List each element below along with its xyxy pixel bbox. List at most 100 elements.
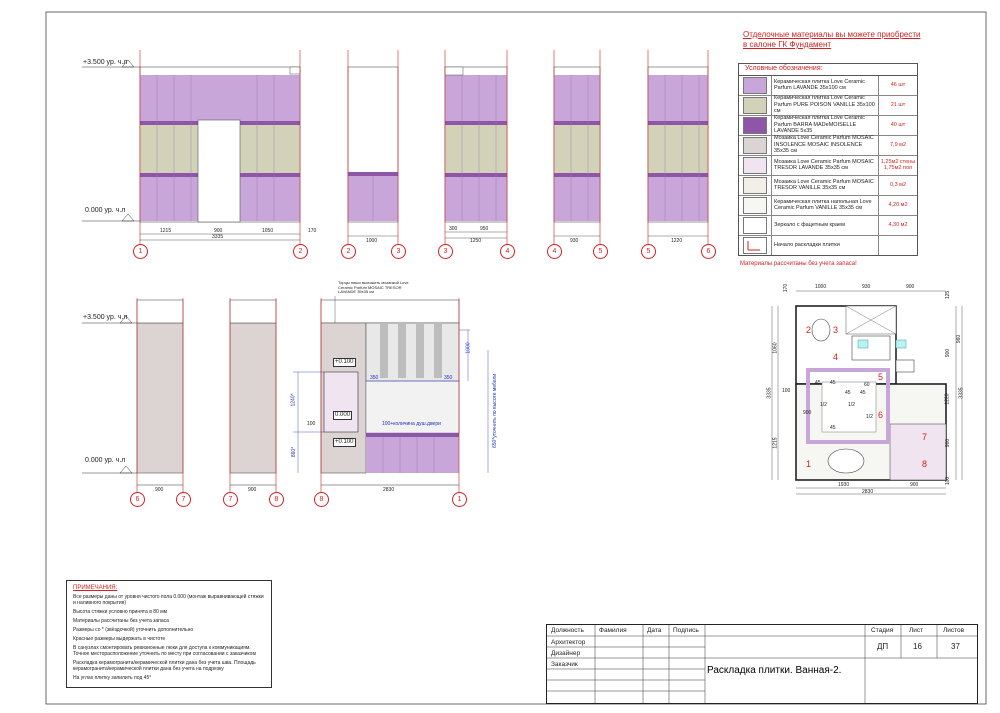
materials-heading: Отделочные материалы вы можете приобрест…	[743, 30, 921, 50]
legend-swatch	[743, 116, 767, 134]
axis-marker: 7	[223, 492, 238, 507]
plan-dim: 930	[862, 284, 871, 290]
legend-qty: 21 шт	[878, 95, 917, 115]
legend-swatch	[743, 76, 767, 94]
legend-text: Мозаика Love Ceramic Parfum MOSAIC INSOL…	[771, 135, 878, 155]
note-item: Раскладка керамогранита/керамической пли…	[73, 660, 256, 672]
plan-inner-dim: 45	[845, 390, 851, 396]
legend-text: Керамическая плитка Love Ceramic Parfum …	[771, 95, 878, 115]
legend-swatch	[743, 156, 767, 174]
elevation-7-8	[229, 299, 277, 474]
plan-zone-number: 3	[833, 325, 839, 335]
elevation-3-4	[444, 66, 508, 223]
axis-marker: 2	[293, 244, 308, 259]
blue-dim: 350	[444, 375, 453, 381]
axis-marker: 5	[641, 244, 656, 259]
legend-swatch	[743, 136, 767, 154]
tb-sheet: 16	[913, 642, 922, 651]
plan-inner-dim: 45	[830, 425, 836, 431]
legend-row: Мозаика Love Ceramic Parfum MOSAIC TRESO…	[739, 175, 917, 196]
axis-marker: 6	[130, 492, 145, 507]
plan-dim: 960	[956, 334, 963, 344]
dim-text: 930	[570, 238, 579, 244]
dim-text: 3335	[212, 234, 224, 240]
plan-inner-dim: 1/2	[848, 402, 855, 408]
plan-zone-number: 7	[922, 432, 928, 442]
legend-swatch	[743, 216, 767, 234]
axis-marker: 4	[547, 244, 562, 259]
tb-stage: ДП	[877, 642, 889, 651]
dim-text: 1215	[160, 228, 172, 234]
dim-text: 900	[155, 487, 164, 493]
note-item: Красные размеры выдержать в чистоте	[73, 636, 166, 642]
blue-dim: 350	[370, 375, 379, 381]
legend-text: Керамическая плитка Love Ceramic Parfum …	[771, 115, 878, 135]
niche-note: Торцы ниши выложить мозаикой Love Cerami…	[338, 280, 409, 294]
legend-row: Мозаика Love Ceramic Parfum MOSAIC INSOL…	[739, 135, 917, 156]
legend-text: Керамическая плитка напольная Love Ceram…	[771, 195, 878, 215]
drawing-sheet: Отделочные материалы вы можете приобрест…	[0, 0, 1000, 713]
legend-row: Керамическая плитка напольная Love Ceram…	[739, 195, 917, 216]
dim-text: 950	[480, 226, 489, 232]
dim-lines-top	[140, 231, 708, 241]
legend-text: Керамическая плитка Love Ceramic Parfum …	[771, 75, 878, 95]
shower-note: 100+количина душ.двери	[382, 421, 441, 427]
dim-text: 1050	[262, 228, 274, 234]
plan-zone-number: 5	[878, 372, 884, 382]
dim-text: 100	[307, 421, 316, 427]
plan-dim: 125	[945, 290, 952, 300]
plan-dim: 1000	[815, 284, 827, 290]
dim-text: 1000	[366, 238, 378, 244]
tb-header: Фамилия	[599, 627, 627, 634]
legend-row: Керамическая плитка Love Ceramic Parfum …	[739, 95, 917, 116]
blue-dim: 860*	[291, 446, 298, 458]
calc-note: Материалы рассчитаны без учета запаса!	[740, 261, 857, 267]
plan-dim: 1220	[944, 393, 951, 405]
tile-start-arrow-icon	[743, 236, 767, 254]
plan-dim: 900	[906, 284, 915, 290]
axis-marker: 3	[391, 244, 406, 259]
tb-role: Архитектор	[551, 639, 586, 646]
level-tag: 0.000	[333, 411, 353, 420]
legend-qty: 4,20 м2	[878, 195, 917, 215]
legend-qty: 1,25м2 стены 1,75м2 пол	[878, 155, 917, 175]
elevation-4-5	[553, 66, 601, 223]
vertical-note: 650*уточнить по высоте мебели	[492, 373, 498, 448]
axis-marker: 8	[269, 492, 284, 507]
plan-dim: 100	[945, 476, 952, 486]
plan-inner-dim: 60	[864, 382, 870, 388]
note-item: В санузлах смонтировать ревизионные люки…	[73, 645, 256, 657]
level-tag: +0.100	[333, 358, 356, 367]
plan-dim: 1060	[772, 342, 779, 354]
materials-heading-line2: в салоне ГК Фундамент	[743, 40, 832, 49]
legend-qty: 4,30 м2	[878, 215, 917, 235]
notes-title: ПРИМЕЧАНИЯ:	[73, 585, 118, 591]
tb-header: Должность	[551, 627, 584, 634]
axis-marker: 5	[593, 244, 608, 259]
notes-box: ПРИМЕЧАНИЯ: Все размеры даны от уровня ч…	[66, 580, 272, 688]
level-top-label: +3.500 ур. ч.л	[83, 314, 128, 321]
axis-marker: 4	[500, 244, 515, 259]
level-zero-label: 0.000 ур. ч.л	[85, 457, 126, 464]
legend-swatch	[743, 176, 767, 194]
legend-row: Зеркало с фацетным краем 4,30 м2	[739, 215, 917, 236]
plan-dim: 1930	[838, 482, 850, 488]
note-item: Все размеры даны от уровня чистого пола …	[73, 594, 264, 606]
level-top-label: +3.500 ур. ч.л	[83, 59, 128, 66]
legend-qty	[878, 235, 917, 255]
legend-row: Керамическая плитка Love Ceramic Parfum …	[739, 115, 917, 136]
plan-dim: 3335	[766, 387, 773, 399]
dim-text: 300	[449, 226, 458, 232]
legend-text: Мозаика Love Ceramic Parfum MOSAIC TRESO…	[771, 175, 878, 195]
tb-header: Подпись	[673, 627, 699, 634]
blue-dim: 1240*	[290, 393, 297, 407]
elevation-5-6	[647, 66, 709, 223]
plan-inner-dim: 1/2	[820, 402, 827, 408]
legend-qty: 40 шт	[878, 115, 917, 135]
plan-dim: 900	[945, 438, 952, 448]
plan-inner-dim: 45	[860, 390, 866, 396]
level-lines-top	[82, 59, 140, 222]
legend-qty: 46 шт	[878, 75, 917, 95]
plan-zone-number: 8	[922, 459, 928, 469]
note-item: Материалы рассчитаны без учета запаса	[73, 618, 169, 624]
